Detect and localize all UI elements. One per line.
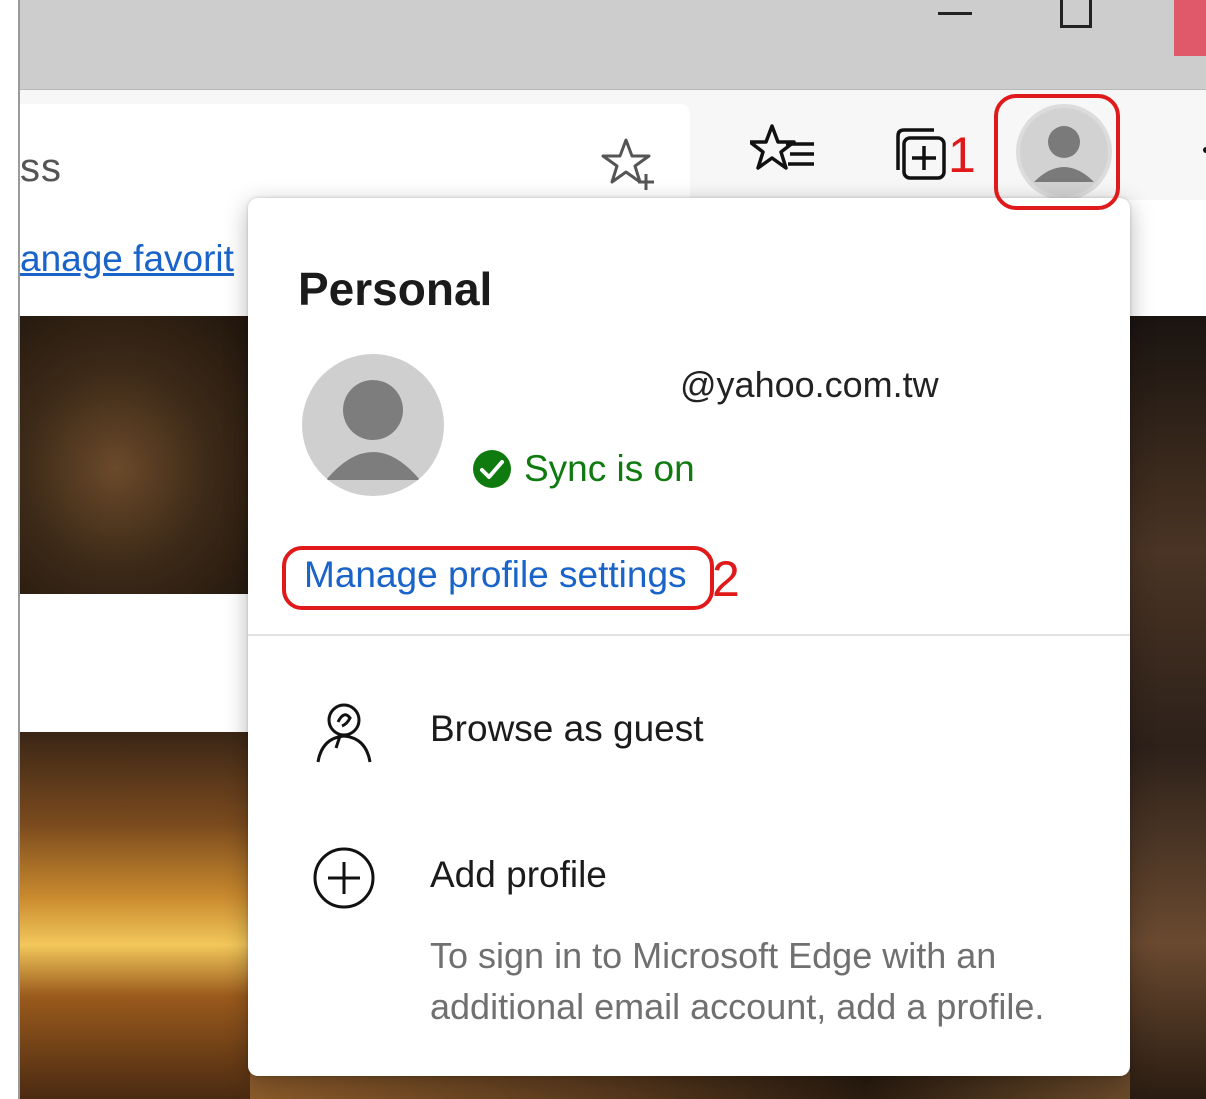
profile-type-title: Personal xyxy=(298,263,493,315)
window-titlebar xyxy=(20,0,1206,90)
add-circle-icon xyxy=(313,847,375,909)
add-profile-item[interactable]: Add profile xyxy=(288,840,1088,920)
window-left-edge xyxy=(0,0,20,1099)
minimize-icon xyxy=(938,12,972,15)
annotation-box-manage-profile xyxy=(282,546,714,610)
background-photo xyxy=(20,732,260,1099)
sync-status-text: Sync is on xyxy=(524,448,695,489)
annotation-number: 1 xyxy=(948,127,976,183)
more-icon[interactable] xyxy=(1200,140,1206,160)
background-photo xyxy=(20,316,260,594)
add-favorite-icon[interactable] xyxy=(600,134,660,194)
collections-icon[interactable] xyxy=(892,126,948,182)
avatar-person-icon xyxy=(326,380,420,480)
minimize-button[interactable] xyxy=(916,0,996,60)
add-profile-description: To sign in to Microsoft Edge with an add… xyxy=(430,935,1045,1027)
annotation-number: 2 xyxy=(712,551,740,607)
maximize-button[interactable] xyxy=(1052,0,1132,60)
annotation-box-profile-button xyxy=(994,94,1120,210)
manage-favorites-link[interactable]: anage favorit xyxy=(20,238,252,280)
add-profile-label: Add profile xyxy=(430,854,607,895)
maximize-icon xyxy=(1060,0,1092,28)
close-button[interactable] xyxy=(1174,0,1206,56)
browse-as-guest-item[interactable]: Browse as guest xyxy=(288,690,1088,770)
profile-flyout: Personal @yahoo.com.tw Sync is on Manage… xyxy=(248,198,1130,1076)
background-photo xyxy=(1128,316,1206,1099)
account-email: @yahoo.com.tw xyxy=(680,364,939,405)
divider xyxy=(248,634,1130,636)
check-circle-icon xyxy=(473,450,511,488)
address-text: ss xyxy=(20,146,62,190)
favorites-icon[interactable] xyxy=(750,122,816,182)
address-bar[interactable]: ss xyxy=(20,104,690,200)
avatar xyxy=(302,354,444,496)
browse-as-guest-label: Browse as guest xyxy=(430,708,704,749)
sync-status: Sync is on xyxy=(472,448,695,490)
guest-icon xyxy=(316,703,372,763)
